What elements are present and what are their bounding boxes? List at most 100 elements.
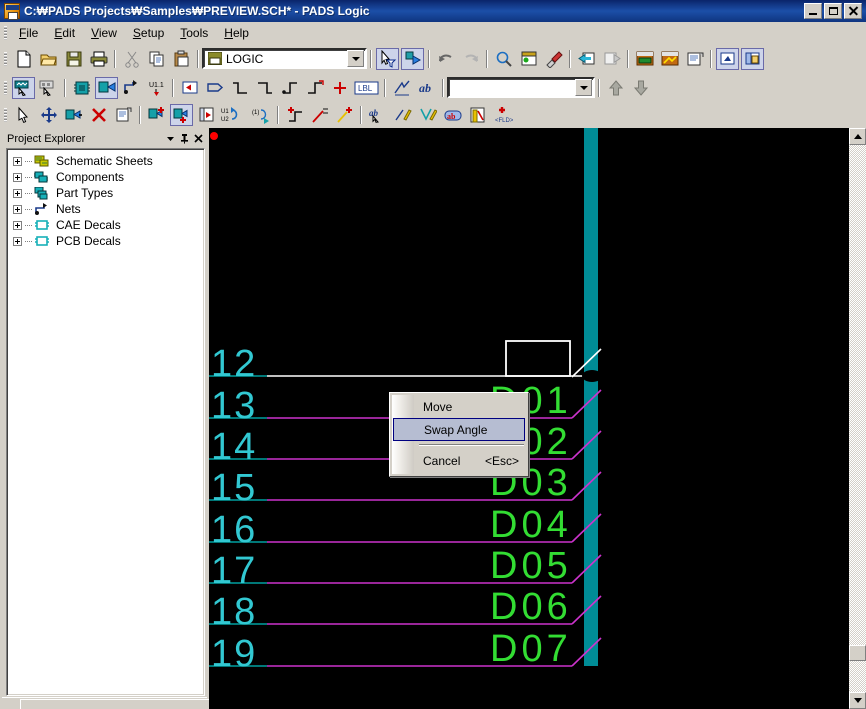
pads-router-link-button[interactable] [658, 48, 681, 70]
select-anything-button[interactable] [12, 76, 35, 99]
close-icon[interactable] [191, 132, 205, 146]
select-tool-button[interactable] [12, 104, 35, 126]
view-sheet-button[interactable] [517, 48, 540, 70]
toolbar3-grip[interactable] [4, 108, 7, 122]
tree-item-components[interactable]: Components [7, 169, 204, 185]
expand-plus-icon[interactable] [13, 220, 22, 230]
menubar-grip[interactable] [4, 25, 7, 40]
copy-object-button[interactable] [62, 104, 85, 126]
add-junction-2-button[interactable] [333, 104, 356, 126]
ole-object-button[interactable] [716, 47, 739, 70]
toolbar2-grip[interactable] [4, 80, 7, 95]
connection-button[interactable] [95, 76, 118, 99]
add-field-button[interactable]: <FLD> [491, 104, 514, 126]
schematic-canvas[interactable]: 12 13 D01 14 D02 15 D03 16 D04 17 D05 18… [209, 128, 849, 709]
menu-help[interactable]: Help [216, 23, 257, 43]
refdes-button[interactable]: U1.1 [145, 77, 168, 99]
brush-button[interactable] [542, 48, 565, 70]
split-connection-button[interactable] [308, 104, 331, 126]
close-button[interactable] [844, 3, 862, 19]
nav-up-button[interactable] [604, 77, 627, 99]
tree-item-schematic-sheets[interactable]: Schematic Sheets [7, 153, 204, 169]
pin-icon[interactable] [177, 132, 191, 146]
swap-pins-button[interactable]: (1) [250, 104, 273, 126]
tree-item-nets[interactable]: Nets [7, 201, 204, 217]
select-components-button[interactable] [37, 77, 60, 99]
open-file-button[interactable] [37, 48, 60, 70]
previous-sheet-button[interactable] [575, 48, 598, 70]
text-ab-button[interactable]: ab [415, 77, 438, 99]
copy-button[interactable] [145, 48, 168, 70]
move-tool-button[interactable] [37, 104, 60, 126]
add-sheet-button[interactable] [195, 104, 218, 126]
label-button[interactable]: LBL [353, 77, 380, 99]
project-explorer-tree[interactable]: Schematic Sheets Components Part Types N… [6, 148, 205, 696]
bus-left-button[interactable] [228, 77, 251, 99]
zoom-button[interactable] [492, 48, 515, 70]
next-sheet-button[interactable] [600, 48, 623, 70]
sheet-connector-button[interactable] [178, 77, 201, 99]
expand-plus-icon[interactable] [13, 188, 22, 198]
rename-net-button[interactable]: ab [366, 104, 389, 126]
menu-edit[interactable]: Edit [46, 23, 83, 43]
explorer-horizontal-scrollbar[interactable] [2, 697, 216, 709]
polyline-button[interactable] [390, 77, 413, 99]
print-button[interactable] [87, 48, 110, 70]
add-component-button[interactable] [145, 104, 168, 126]
paste-button[interactable] [170, 48, 193, 70]
select-filter-button[interactable] [376, 47, 399, 70]
cut-button[interactable] [120, 48, 143, 70]
pads-app-icon[interactable] [4, 3, 20, 20]
corner-up-button[interactable] [278, 77, 301, 99]
expand-plus-icon[interactable] [13, 172, 22, 182]
add-connection-2-button[interactable] [170, 104, 193, 126]
minimize-button[interactable] [804, 3, 822, 19]
expand-plus-icon[interactable] [13, 156, 22, 166]
menu-item-swap-angle[interactable]: Swap Angle [393, 418, 525, 441]
tree-item-cae-decals[interactable]: CAE Decals [7, 217, 204, 233]
pads-layout-link-button[interactable] [633, 48, 656, 70]
find-combo-arrow[interactable] [575, 79, 592, 96]
expand-plus-icon[interactable] [13, 236, 22, 246]
delete-object-button[interactable] [87, 104, 110, 126]
menu-item-cancel[interactable]: Cancel <Esc> [391, 449, 527, 472]
menu-tools[interactable]: Tools [172, 23, 216, 43]
scroll-down-arrow[interactable] [849, 692, 866, 709]
menu-setup[interactable]: Setup [125, 23, 172, 43]
nav-down-button[interactable] [629, 77, 652, 99]
bus-right-button[interactable] [253, 77, 276, 99]
tree-item-pcb-decals[interactable]: PCB Decals [7, 233, 204, 249]
add-bus-button[interactable] [283, 104, 306, 126]
menu-file[interactable]: File [11, 23, 46, 43]
find-combo[interactable] [447, 77, 595, 98]
offpage-button[interactable] [203, 77, 226, 99]
tree-item-part-types[interactable]: Part Types [7, 185, 204, 201]
select-net-button[interactable] [401, 47, 424, 70]
chip-button[interactable] [70, 77, 93, 99]
sheet-combo-arrow[interactable] [347, 50, 364, 67]
sheet-combo[interactable]: LOGIC [202, 48, 367, 69]
object-properties-button[interactable] [112, 104, 135, 126]
edit-net-attrs-button[interactable] [416, 104, 439, 126]
scroll-thumb[interactable] [849, 645, 866, 661]
swap-refdes-button[interactable]: U1 U2 [220, 104, 248, 126]
project-explorer-toggle-button[interactable] [741, 47, 764, 70]
save-file-button[interactable] [62, 48, 85, 70]
new-file-button[interactable] [12, 48, 35, 70]
net-button[interactable] [120, 77, 143, 99]
menu-item-move[interactable]: Move [391, 395, 527, 418]
properties-button[interactable] [683, 48, 706, 70]
expand-plus-icon[interactable] [13, 204, 22, 214]
junction-button[interactable] [328, 77, 351, 99]
chevron-down-icon[interactable] [163, 132, 177, 146]
edit-text-ab-button[interactable]: ab [441, 104, 464, 126]
explorer-scroll-thumb[interactable] [20, 699, 216, 709]
menu-view[interactable]: View [83, 23, 125, 43]
undo-button[interactable] [434, 48, 457, 70]
scroll-up-arrow[interactable] [849, 128, 866, 145]
edit-attributes-button[interactable] [391, 104, 414, 126]
maximize-button[interactable] [824, 3, 842, 19]
corner-down-button[interactable] [303, 77, 326, 99]
toolbar1-grip[interactable] [4, 51, 7, 66]
redo-button[interactable] [459, 48, 482, 70]
